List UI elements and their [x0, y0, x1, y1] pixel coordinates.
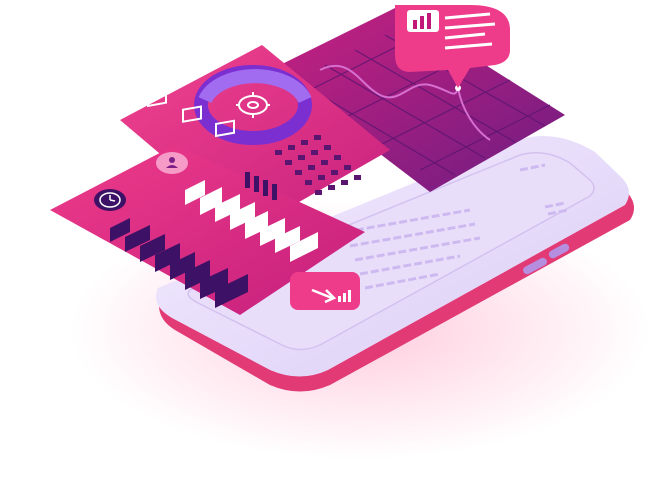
user-icon [156, 152, 188, 174]
clock-icon [94, 189, 126, 211]
bar-chart-icon [407, 10, 439, 32]
isometric-dashboard-illustration [50, 5, 650, 460]
growth-tab [290, 272, 360, 310]
